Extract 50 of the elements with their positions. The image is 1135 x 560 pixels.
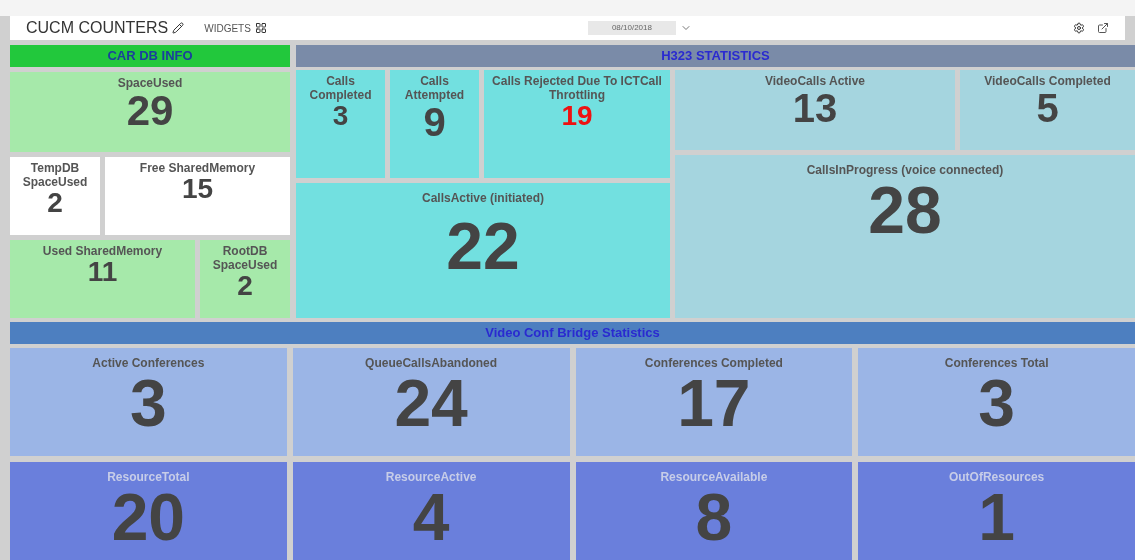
- section-header: CAR DB INFO: [10, 45, 290, 67]
- tile-label: Conferences Completed: [644, 356, 783, 370]
- tile-value: 19: [561, 102, 593, 130]
- tile-label: VideoCalls Completed: [984, 74, 1111, 88]
- tile-value: 3: [332, 102, 349, 130]
- tile-value: 4: [412, 484, 450, 550]
- tile-label: Calls Completed: [308, 74, 373, 102]
- tile-label: Conferences Total: [944, 356, 1049, 370]
- tile-value: 3: [130, 370, 167, 436]
- tile-label: Calls Rejected Due To ICTCall Throttling: [491, 74, 663, 102]
- tile-value: 22: [446, 213, 520, 279]
- tile-label: OutOfResources: [948, 470, 1045, 484]
- tile-label: CallsActive (initiated): [422, 191, 544, 205]
- external-link-icon[interactable]: [1097, 22, 1109, 34]
- settings-icon[interactable]: [1073, 22, 1085, 34]
- tile-label: SpaceUsed: [117, 76, 183, 90]
- edit-icon[interactable]: [172, 22, 185, 34]
- tile-value: 13: [792, 88, 838, 128]
- tile-value: 24: [394, 370, 468, 436]
- tile-label: ResourceActive: [385, 470, 477, 484]
- date-field[interactable]: 08/10/2018: [587, 21, 676, 35]
- tile-value: 8: [695, 484, 733, 550]
- tile-label: Calls Attempted: [403, 74, 466, 102]
- tile-label: QueueCallsAbandoned: [365, 356, 498, 370]
- tile-value: 2: [237, 272, 253, 300]
- tile-value: 2: [47, 189, 63, 217]
- tile-value: 3: [978, 370, 1015, 436]
- tile-value: 28: [868, 177, 942, 243]
- tile-value: 9: [423, 102, 446, 142]
- tile-value: 1: [978, 484, 1015, 550]
- section-header: Video Conf Bridge Statistics: [10, 322, 1135, 344]
- tile-value: 29: [126, 90, 174, 132]
- widgets-link[interactable]: WIDGETS: [204, 20, 251, 36]
- grid-icon[interactable]: [254, 22, 267, 34]
- tile-label: RootDB SpaceUsed: [211, 244, 279, 272]
- tile-label: Used SharedMemory: [42, 244, 163, 258]
- tile-label: VideoCalls Active: [764, 74, 865, 88]
- dashboard-title: CUCM COUNTERS: [26, 18, 169, 38]
- tile-value: 17: [677, 370, 751, 436]
- section-header: H323 STATISTICS: [296, 45, 1135, 67]
- tile-label: Active Conferences: [92, 356, 205, 370]
- tile-label: CallsInProgress (voice connected): [806, 163, 1004, 177]
- tile-value: 11: [87, 258, 118, 286]
- tile-label: Free SharedMemory: [139, 161, 256, 175]
- tile-label: ResourceTotal: [107, 470, 190, 484]
- tile-label: TempDB SpaceUsed: [21, 161, 89, 189]
- tile-value: 20: [111, 484, 186, 550]
- tile-value: 15: [181, 175, 214, 203]
- tile-value: 5: [1036, 88, 1059, 128]
- tile-label: ResourceAvailable: [660, 470, 768, 484]
